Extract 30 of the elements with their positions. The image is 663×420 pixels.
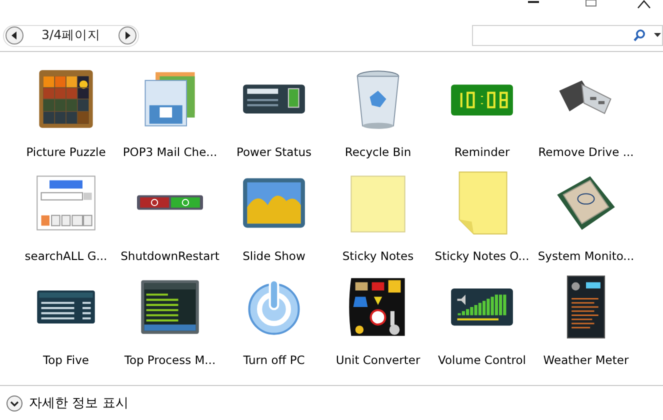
gadget-tile[interactable]: Unit Converter <box>326 268 430 372</box>
gadget-tile[interactable]: Weather Meter <box>534 268 638 372</box>
maximize-icon[interactable] <box>585 0 597 7</box>
gadget-tile[interactable]: Remove Drive ... <box>534 60 638 164</box>
expand-chevron-icon[interactable] <box>6 395 23 412</box>
gadget-tile[interactable]: Picture Puzzle <box>14 60 118 164</box>
dropdown-caret-icon[interactable] <box>654 33 661 38</box>
gadget-tile[interactable]: POP3 Mail Che... <box>118 60 222 164</box>
gadget-tile[interactable]: Power Status <box>222 60 326 164</box>
gadget-tile[interactable]: Top Five <box>14 268 118 372</box>
gadget-tile[interactable]: Recycle Bin <box>326 60 430 164</box>
search-field[interactable] <box>472 25 663 46</box>
gadget-tile[interactable]: System Monito... <box>534 164 638 268</box>
gadget-tile[interactable]: Slide Show <box>222 164 326 268</box>
previous-page-button[interactable] <box>5 26 24 45</box>
gadget-tile[interactable]: Reminder <box>430 60 534 164</box>
gadget-tile[interactable]: Sticky Notes <box>326 164 430 268</box>
gadget-tile[interactable]: Turn off PC <box>222 268 326 372</box>
power-switch-bar-icon <box>137 195 203 210</box>
gadget-tile[interactable]: Volume Control <box>430 268 534 372</box>
next-page-button[interactable] <box>118 26 137 45</box>
show-details-toggle[interactable]: 자세한 정보 표시 <box>29 394 128 414</box>
gadget-tile[interactable]: searchALL G... <box>14 164 118 268</box>
page-indicator: 3/4페이지 <box>41 26 101 44</box>
gadget-tile[interactable]: Sticky Notes O... <box>430 164 534 268</box>
search-icon[interactable] <box>633 29 646 42</box>
minimize-icon[interactable] <box>527 0 541 6</box>
gadget-tile[interactable]: ShutdownRestart <box>118 164 222 268</box>
close-icon[interactable] <box>637 0 651 9</box>
gadget-tile[interactable]: Top Process M... <box>118 268 222 372</box>
